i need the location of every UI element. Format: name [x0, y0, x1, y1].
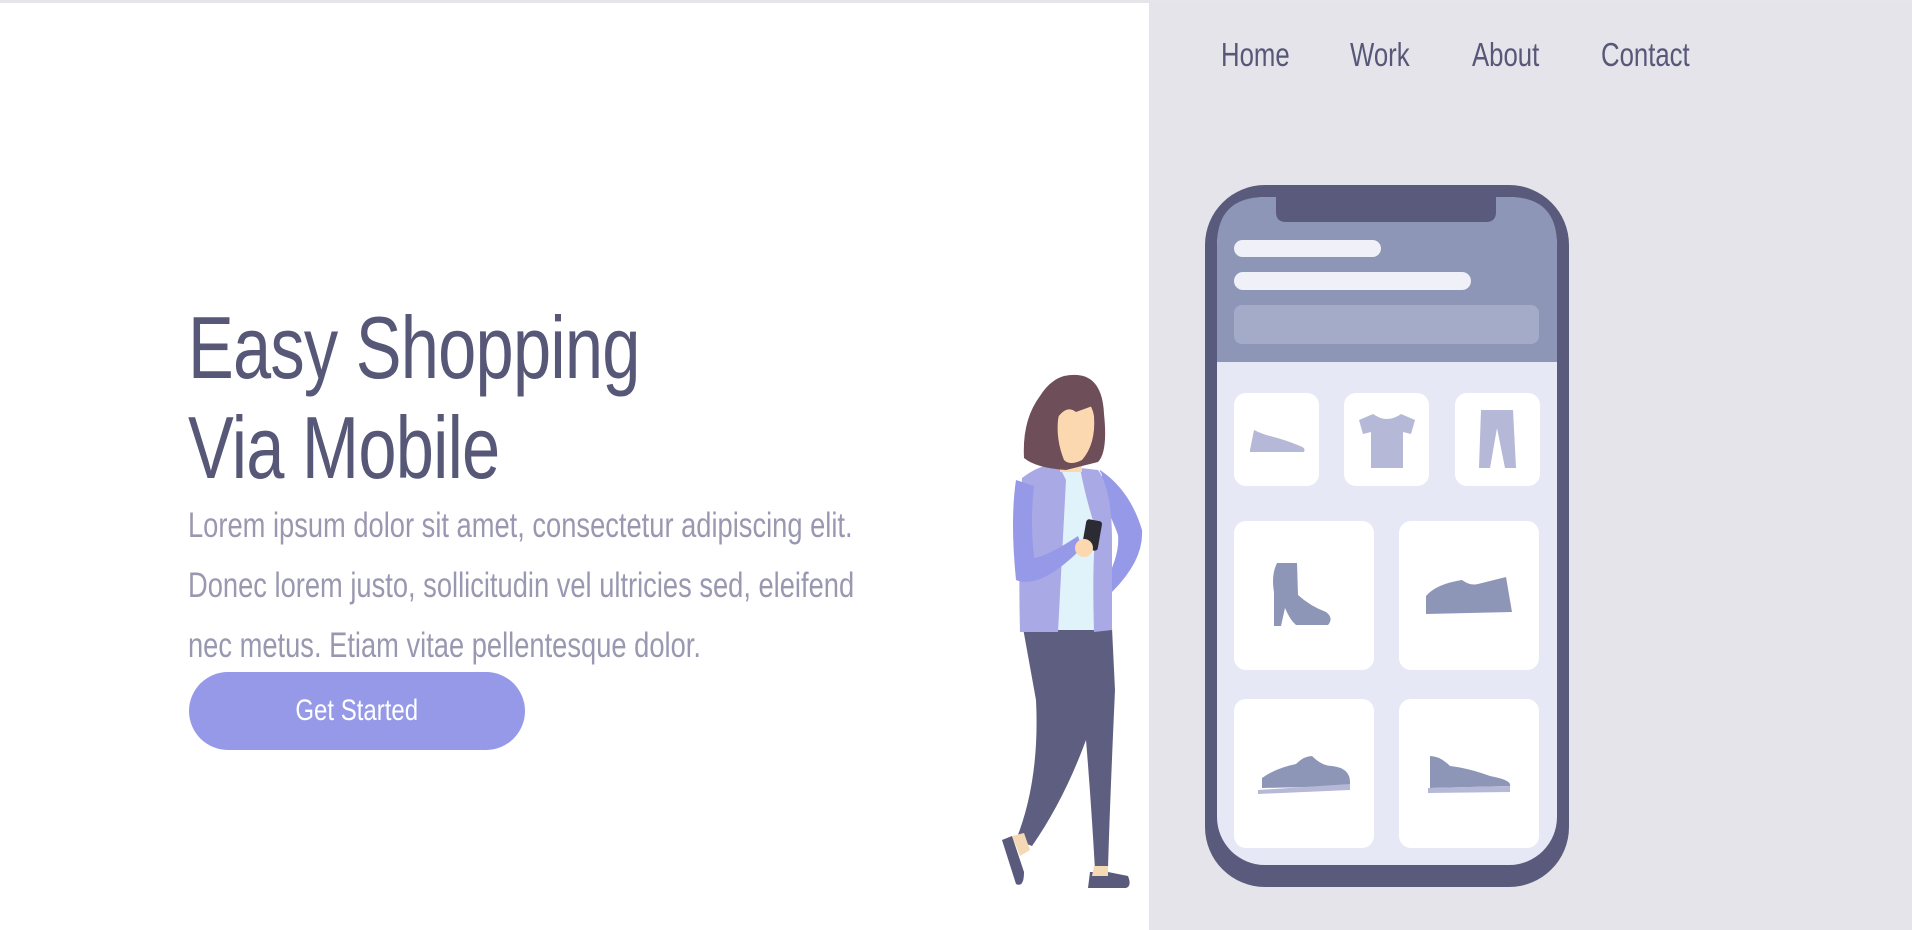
nav-contact-link[interactable]: Contact: [1601, 36, 1690, 74]
hero-title-line2: Via Mobile: [188, 398, 500, 497]
nav-home-link[interactable]: Home: [1221, 36, 1290, 74]
hero-title-line1: Easy Shopping: [188, 298, 640, 397]
nav-about-link[interactable]: About: [1472, 36, 1539, 74]
get-started-button[interactable]: Get Started: [189, 672, 525, 750]
woman-illustration: [1002, 374, 1143, 888]
get-started-label: Get Started: [295, 694, 419, 727]
hero-title: Easy Shopping Via Mobile: [188, 298, 640, 498]
nav-work-link[interactable]: Work: [1350, 36, 1410, 74]
hero-description: Lorem ipsum dolor sit amet, consectetur …: [188, 506, 855, 665]
hero-side-panel: [1149, 3, 1912, 930]
